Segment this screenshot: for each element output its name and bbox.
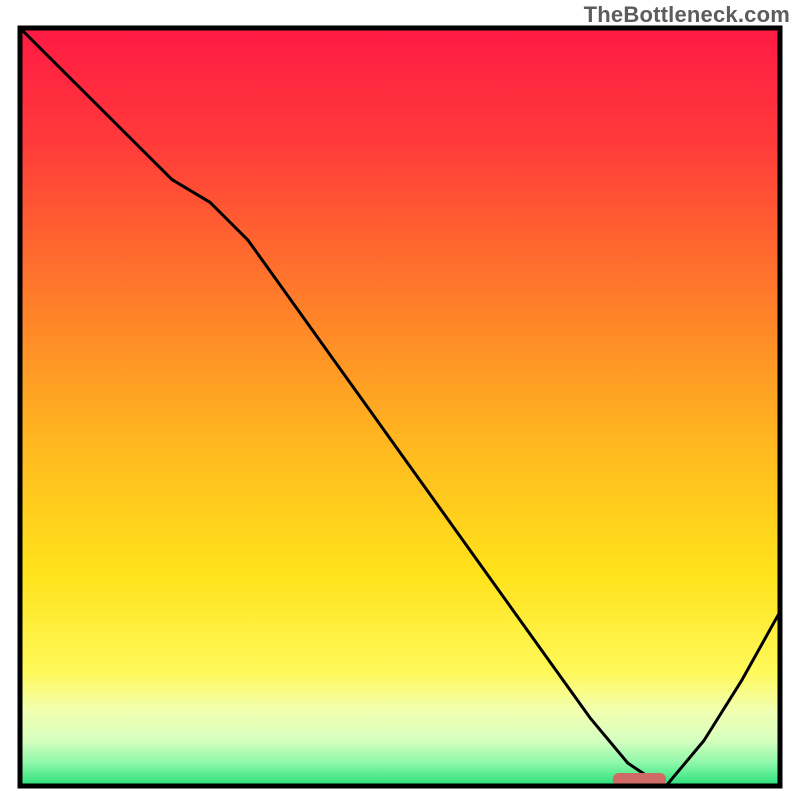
- bottleneck-chart: [0, 0, 800, 800]
- watermark-text: TheBottleneck.com: [584, 2, 790, 28]
- chart-container: TheBottleneck.com: [0, 0, 800, 800]
